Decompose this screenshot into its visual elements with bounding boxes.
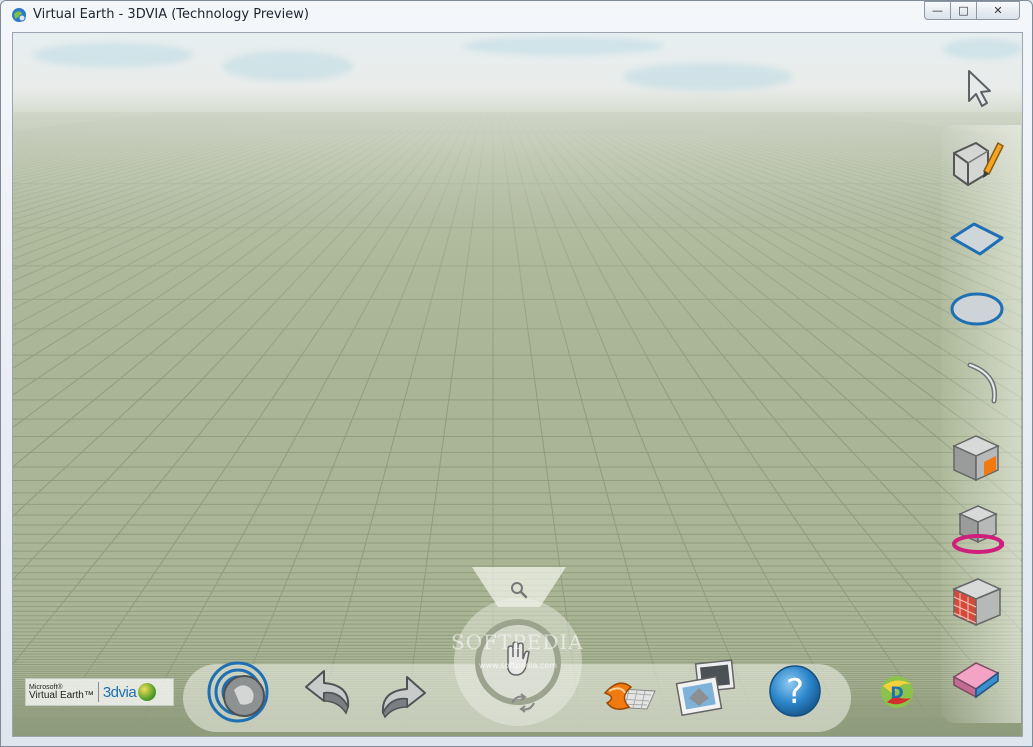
help-icon: ? xyxy=(769,665,821,717)
3dvia-button[interactable]: D xyxy=(877,672,917,712)
watermark-text: SOFTPEDIA xyxy=(451,630,584,654)
svg-text:?: ? xyxy=(786,672,804,712)
virtual-earth-label: Virtual Earth™ xyxy=(29,689,94,701)
arc-icon xyxy=(967,362,997,404)
3dvia-logo-icon: D xyxy=(881,676,913,708)
watermark-url: www.softpedia.com xyxy=(478,661,558,670)
virtual-earth-app-icon xyxy=(12,8,26,22)
sketch-tool[interactable] xyxy=(948,133,1004,189)
app-window: Virtual Earth - 3DVIA (Technology Previe… xyxy=(0,0,1033,747)
rectangle-tool[interactable] xyxy=(948,208,1004,264)
pencil-box-icon xyxy=(953,141,1004,187)
3d-viewport[interactable]: SOFTPEDIA www.softpedia.com ? D Microsof… xyxy=(12,32,1023,737)
gallery-button[interactable] xyxy=(675,658,737,720)
close-button[interactable]: ✕ xyxy=(976,1,1020,20)
title-bar[interactable]: Virtual Earth - 3DVIA (Technology Previe… xyxy=(1,1,1032,31)
target-globe-icon xyxy=(207,661,269,723)
maximize-button[interactable]: □ xyxy=(950,1,976,20)
window-controls: — □ ✕ xyxy=(924,1,1020,21)
arc-tool[interactable] xyxy=(948,351,1004,407)
box-tool[interactable] xyxy=(948,428,1004,484)
rectangle-icon xyxy=(950,222,1004,256)
minimize-button[interactable]: — xyxy=(924,1,950,20)
window-title: Virtual Earth - 3DVIA (Technology Previe… xyxy=(33,7,309,22)
measure-button[interactable] xyxy=(599,663,659,719)
eraser-icon xyxy=(952,662,1000,699)
ellipse-tool[interactable] xyxy=(948,279,1004,335)
orbit-icon[interactable] xyxy=(508,693,538,713)
help-button[interactable]: ? xyxy=(765,661,825,721)
virtual-earth-3dvia-logo: Microsoft® Virtual Earth™ 3dvia xyxy=(25,678,174,706)
3dvia-label: 3dvia xyxy=(102,683,137,701)
3dvia-ball-icon xyxy=(138,683,157,701)
sky-background xyxy=(13,33,1022,112)
undo-button[interactable] xyxy=(302,663,358,719)
ellipse-icon xyxy=(950,292,1004,326)
photos-icon xyxy=(675,659,736,717)
cube-icon xyxy=(952,435,1000,482)
arrow-cursor-icon xyxy=(968,70,991,107)
svg-text:D: D xyxy=(890,683,903,702)
redo-button[interactable] xyxy=(373,663,429,719)
transform-tool[interactable] xyxy=(948,500,1005,556)
undo-arrow-icon xyxy=(305,670,350,715)
redo-arrow-icon xyxy=(381,676,426,719)
eraser-tool[interactable] xyxy=(948,651,1004,707)
tape-measure-icon xyxy=(603,682,656,710)
cube-rotate-icon xyxy=(952,505,1005,554)
brick-cube-icon xyxy=(952,578,1002,627)
texture-tool[interactable] xyxy=(948,573,1004,629)
locate-button[interactable] xyxy=(206,660,270,724)
select-tool[interactable] xyxy=(951,61,1007,117)
